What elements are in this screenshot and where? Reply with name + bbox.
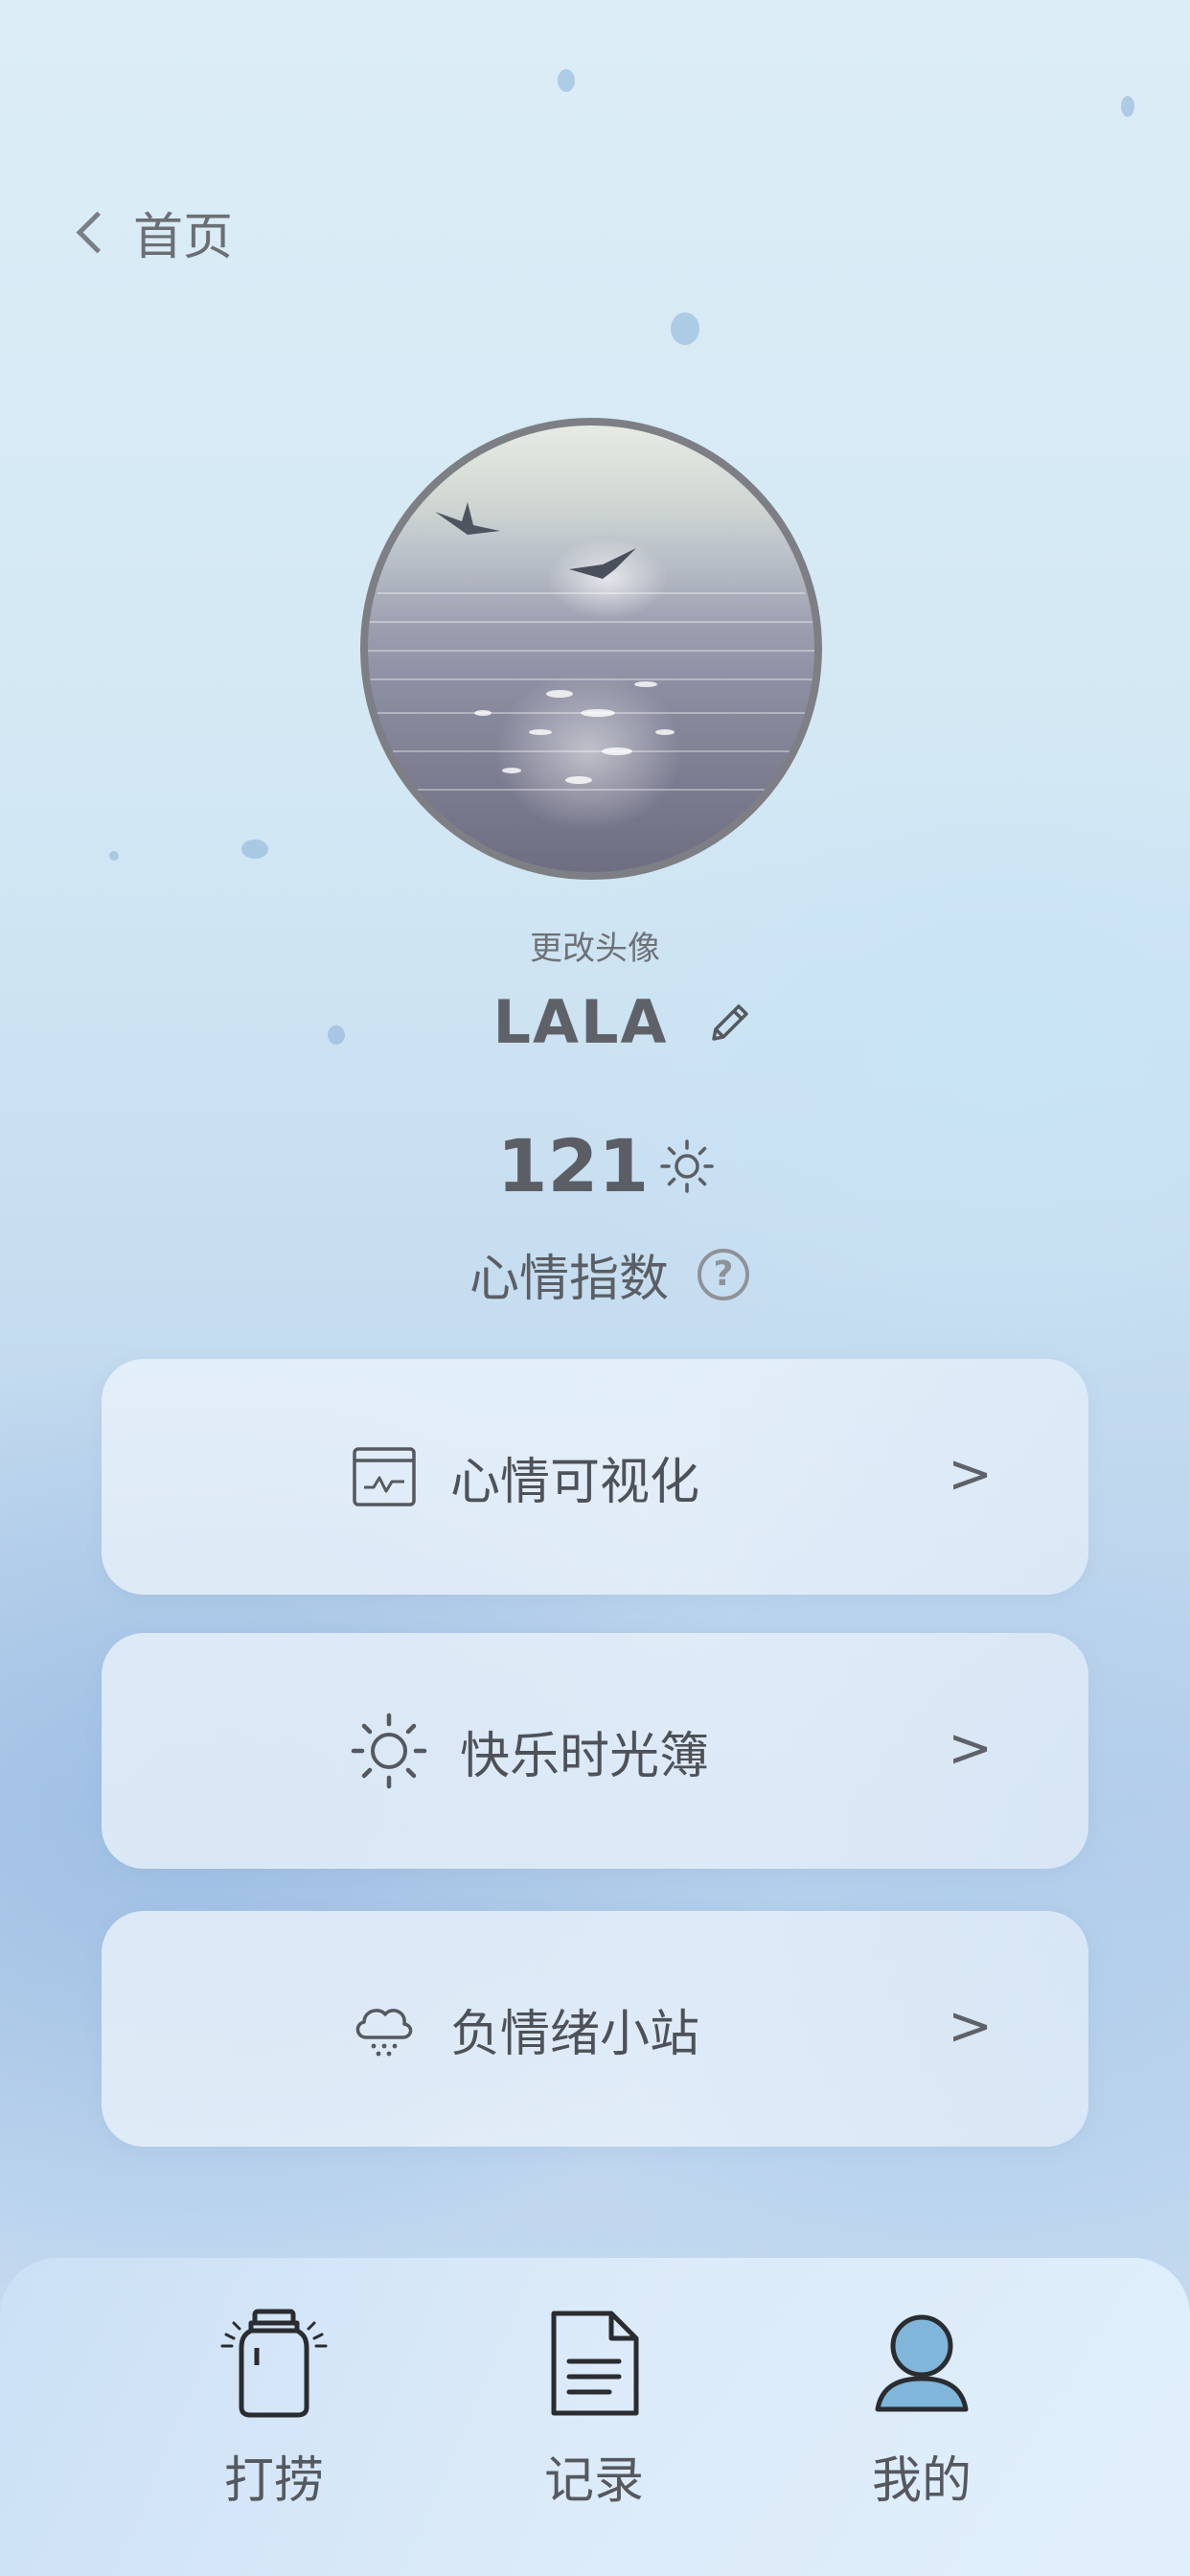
back-label: 首页	[133, 209, 234, 266]
menu-item-negative-emotions[interactable]: 负情绪小站 >	[102, 1911, 1088, 2147]
username: LALA	[492, 987, 669, 1057]
mood-index-label: 心情指数	[469, 1251, 669, 1308]
bg-speck	[109, 851, 119, 861]
menu-item-label: 负情绪小站	[450, 2005, 700, 2063]
mood-score: 121	[496, 1123, 650, 1208]
tab-label: 我的	[871, 2452, 972, 2510]
bg-speck	[671, 312, 699, 345]
tab-records[interactable]: 记录	[479, 2306, 709, 2512]
menu-item-happy-moments[interactable]: 快乐时光簿 >	[102, 1633, 1088, 1869]
mood-score-row: 121	[0, 1123, 1190, 1208]
user-icon	[875, 2314, 969, 2412]
bottom-tab-bar: 打捞 记录 我的	[0, 2258, 1190, 2576]
bg-speck	[558, 69, 575, 92]
mood-index-row: 心情指数 ?	[0, 1238, 1190, 1310]
change-avatar-link[interactable]: 更改头像	[0, 922, 1190, 969]
bg-speck	[1121, 96, 1134, 117]
sun-icon	[351, 1713, 427, 1789]
tab-label: 记录	[543, 2452, 644, 2510]
menu-item-label: 心情可视化	[450, 1453, 700, 1511]
tab-mine[interactable]: 我的	[807, 2306, 1037, 2512]
chevron-left-icon	[76, 211, 119, 254]
chart-window-icon	[353, 1447, 416, 1506]
pencil-edit-icon[interactable]	[706, 999, 754, 1046]
menu-item-mood-visualization[interactable]: 心情可视化 >	[102, 1359, 1088, 1595]
sun-icon	[660, 1138, 715, 1193]
help-icon[interactable]: ?	[698, 1248, 749, 1300]
menu-item-label: 快乐时光簿	[460, 1727, 710, 1785]
avatar-photo	[368, 502, 814, 791]
bg-speck	[241, 840, 268, 859]
tab-salvage[interactable]: 打捞	[159, 2306, 389, 2512]
username-row: LALA	[0, 987, 1190, 1057]
jar-icon	[220, 2309, 328, 2418]
rain-cloud-icon	[355, 2009, 413, 2057]
document-icon	[551, 2311, 639, 2416]
back-button[interactable]: 首页	[73, 196, 233, 268]
chevron-right-icon: >	[948, 1443, 993, 1506]
chevron-right-icon: >	[948, 1995, 993, 2058]
tab-label: 打捞	[223, 2452, 324, 2510]
chevron-right-icon: >	[948, 1717, 993, 1780]
avatar[interactable]	[360, 418, 822, 880]
